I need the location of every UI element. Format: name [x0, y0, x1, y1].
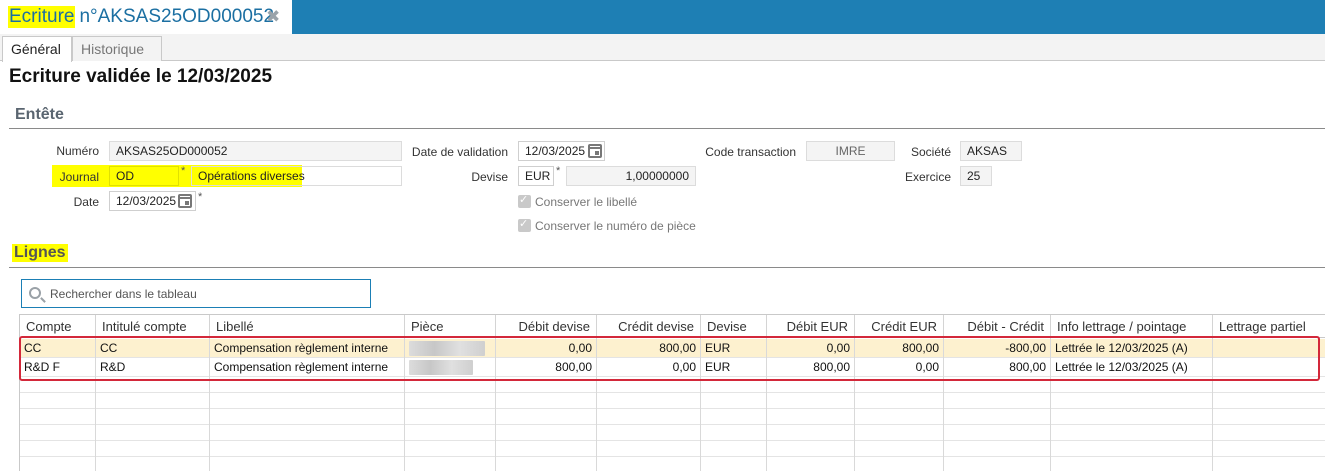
- date-required-mark: *: [198, 191, 203, 203]
- cell-credit-eur: 800,00: [855, 339, 944, 358]
- cell-intitule: R&D: [96, 358, 210, 377]
- cell-credit-devise: 800,00: [597, 339, 701, 358]
- cell-debit-eur: 0,00: [767, 339, 855, 358]
- column-divider: [943, 338, 944, 471]
- cell-debit-devise: 0,00: [496, 339, 597, 358]
- journal-code-field[interactable]: OD: [109, 166, 179, 186]
- journal-name-field: Opérations diverses: [191, 166, 402, 186]
- column-header-credit-eur[interactable]: Crédit EUR: [855, 315, 944, 338]
- table-search-input[interactable]: [50, 284, 360, 304]
- column-divider: [209, 338, 210, 471]
- code-transaction-field: IMRE: [806, 141, 895, 161]
- column-header-debit-credit[interactable]: Débit - Crédit: [944, 315, 1051, 338]
- search-icon: [29, 287, 41, 299]
- tab-general[interactable]: Général: [2, 36, 72, 62]
- column-divider: [596, 338, 597, 471]
- column-header-piece[interactable]: Pièce: [405, 315, 496, 338]
- cell-lettrage-partiel: [1213, 358, 1325, 377]
- redacted-piece: [409, 341, 485, 356]
- code-transaction-label: Code transaction: [705, 145, 796, 159]
- column-divider: [95, 338, 96, 471]
- column-divider: [1050, 338, 1051, 471]
- date-label: Date: [73, 195, 99, 209]
- cell-info-lettrage: Lettrée le 12/03/2025 (A): [1051, 339, 1213, 358]
- journal-label: Journal: [59, 170, 99, 184]
- societe-label: Société: [910, 145, 951, 159]
- societe-field: AKSAS: [960, 141, 1022, 161]
- column-header-debit-devise[interactable]: Débit devise: [496, 315, 597, 338]
- exercice-field: 25: [960, 166, 992, 186]
- calendar-icon[interactable]: [178, 194, 192, 208]
- cell-intitule: CC: [96, 339, 210, 358]
- numero-label: Numéro: [56, 144, 99, 158]
- conserver-piece-checkbox[interactable]: [518, 217, 531, 232]
- column-divider: [1212, 338, 1213, 471]
- empty-row: [20, 425, 1325, 441]
- section-divider: [9, 128, 1325, 129]
- column-header-debit-eur[interactable]: Débit EUR: [767, 315, 855, 338]
- cell-piece: [405, 358, 496, 377]
- column-divider: [854, 338, 855, 471]
- cell-info-lettrage: Lettrée le 12/03/2025 (A): [1051, 358, 1213, 377]
- devise-code-field[interactable]: EUR: [518, 166, 554, 186]
- document-tab-number: n°AKSAS25OD000052: [79, 6, 275, 27]
- cell-debit-credit: 800,00: [944, 358, 1051, 377]
- document-tab[interactable]: Ecriture n°AKSAS25OD000052 ✖: [0, 0, 292, 34]
- column-header-libelle[interactable]: Libellé: [210, 315, 405, 338]
- section-entete-title: Entête: [15, 106, 64, 123]
- section-lignes-title: Lignes: [12, 244, 68, 262]
- column-divider: [404, 338, 405, 471]
- page-title: Ecriture validée le 12/03/2025: [9, 66, 273, 87]
- table-search-box[interactable]: [21, 279, 371, 308]
- devise-rate-field: 1,00000000: [566, 166, 696, 186]
- column-header-compte[interactable]: Compte: [20, 315, 96, 338]
- cell-compte: R&D F: [20, 358, 96, 377]
- column-divider: [495, 338, 496, 471]
- empty-row: [20, 441, 1325, 457]
- column-divider: [700, 338, 701, 471]
- column-divider: [766, 338, 767, 471]
- redacted-piece: [409, 360, 473, 375]
- subtab-bar: Général Historique: [0, 34, 1325, 62]
- cell-lettrage-partiel: [1213, 339, 1325, 358]
- exercice-label: Exercice: [904, 170, 951, 184]
- conserver-libelle-checkbox[interactable]: [518, 193, 531, 208]
- empty-row: [20, 377, 1325, 393]
- lines-table: Compte Intitulé compte Libellé Pièce Déb…: [19, 314, 1325, 471]
- empty-row: [20, 457, 1325, 471]
- cell-credit-devise: 0,00: [597, 358, 701, 377]
- cell-debit-credit: -800,00: [944, 339, 1051, 358]
- tab-historique[interactable]: Historique: [72, 36, 162, 61]
- cell-devise: EUR: [701, 358, 767, 377]
- empty-row: [20, 393, 1325, 409]
- empty-row: [20, 409, 1325, 425]
- cell-credit-eur: 0,00: [855, 358, 944, 377]
- column-header-intitule[interactable]: Intitulé compte: [96, 315, 210, 338]
- column-header-devise[interactable]: Devise: [701, 315, 767, 338]
- devise-label: Devise: [471, 170, 508, 184]
- table-row[interactable]: R&D F R&D Compensation règlement interne…: [20, 358, 1325, 377]
- calendar-icon[interactable]: [588, 144, 602, 158]
- cell-libelle: Compensation règlement interne: [210, 339, 405, 358]
- date-validation-label: Date de validation: [411, 145, 508, 159]
- numero-field: AKSAS25OD000052: [109, 141, 402, 161]
- column-header-credit-devise[interactable]: Crédit devise: [597, 315, 701, 338]
- close-icon[interactable]: ✖: [266, 7, 280, 27]
- conserver-piece-label: Conserver le numéro de pièce: [535, 219, 696, 233]
- cell-compte: CC: [20, 339, 96, 358]
- column-header-lettrage-partiel[interactable]: Lettrage partiel: [1213, 315, 1325, 338]
- cell-debit-eur: 800,00: [767, 358, 855, 377]
- journal-required-mark: *: [181, 165, 186, 177]
- column-header-info-lettrage[interactable]: Info lettrage / pointage: [1051, 315, 1213, 338]
- table-row[interactable]: CC CC Compensation règlement interne 0,0…: [20, 339, 1325, 358]
- cell-piece: [405, 339, 496, 358]
- devise-required-mark: *: [556, 165, 561, 177]
- cell-libelle: Compensation règlement interne: [210, 358, 405, 377]
- document-tab-type: Ecriture: [8, 6, 76, 28]
- cell-devise: EUR: [701, 339, 767, 358]
- conserver-libelle-label: Conserver le libellé: [535, 195, 638, 209]
- section-divider: [9, 267, 1325, 268]
- cell-debit-devise: 800,00: [496, 358, 597, 377]
